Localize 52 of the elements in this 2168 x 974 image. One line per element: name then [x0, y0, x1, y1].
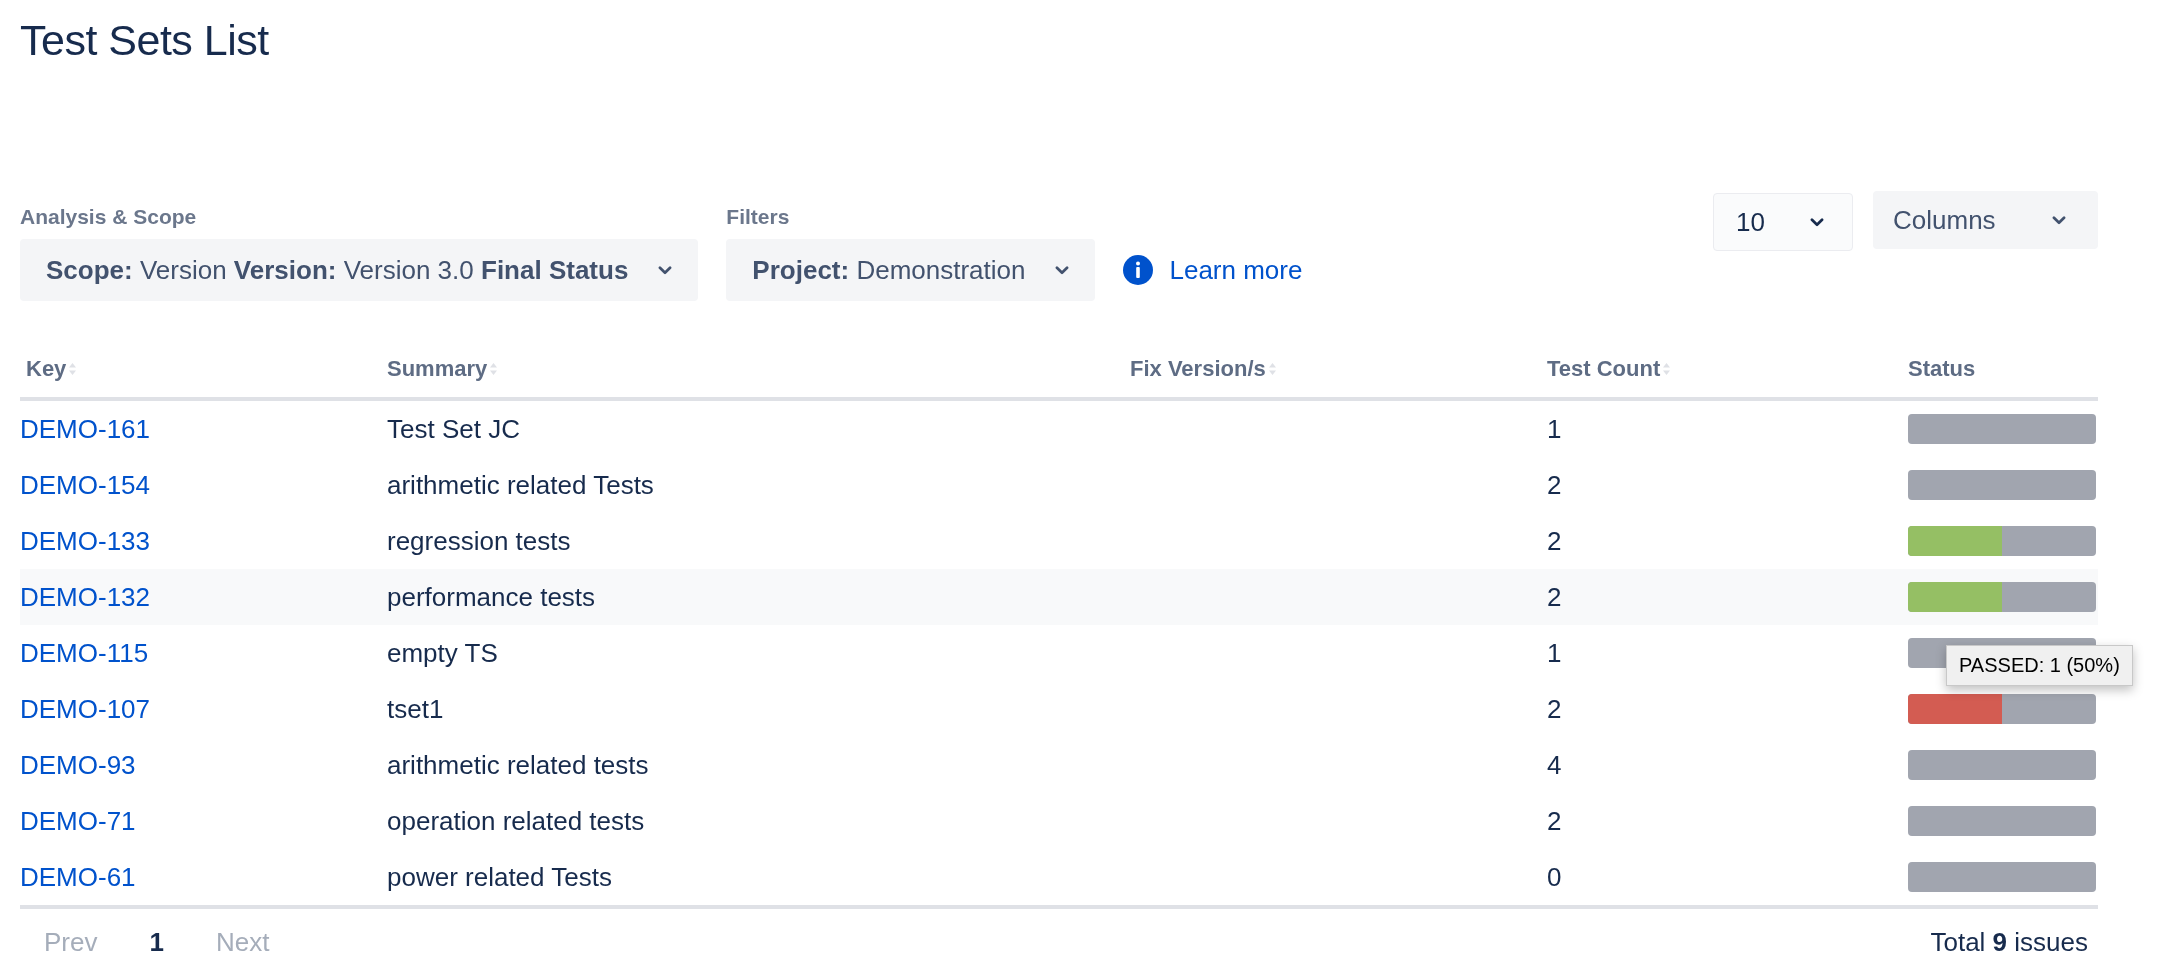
column-header[interactable]: Status	[1908, 356, 1976, 382]
sort-icon	[1267, 362, 1277, 376]
issue-key-link[interactable]: DEMO-107	[20, 693, 151, 724]
test-count-text: 2	[1547, 469, 1562, 500]
chevron-down-icon	[2052, 215, 2066, 225]
column-header[interactable]: Summary	[387, 356, 488, 382]
column-header[interactable]: Fix Version/s	[1130, 356, 1266, 382]
issue-key-link[interactable]: DEMO-133	[20, 525, 151, 556]
issue-key-link[interactable]: DEMO-93	[20, 749, 136, 780]
issue-key-link[interactable]: DEMO-61	[20, 861, 136, 892]
chevron-down-icon	[1055, 265, 1070, 275]
chevron-down-icon	[1810, 217, 1824, 227]
page-title: Test Sets List	[20, 15, 270, 65]
page-size-dropdown[interactable]: 10	[1713, 193, 1853, 251]
issue-key-link[interactable]: DEMO-132	[20, 581, 151, 612]
scope-dropdown[interactable]: Scope: Version Version: Version 3.0 Final Status	[20, 239, 699, 301]
summary-text: empty TS	[387, 637, 498, 668]
column-header[interactable]: Key	[26, 356, 67, 382]
summary-text: performance tests	[387, 581, 596, 612]
analysis-scope-label: Analysis & Scope	[20, 205, 198, 229]
summary-text: regression tests	[387, 525, 571, 556]
total-issues-text: Total 9 issues	[1930, 926, 2089, 958]
sort-icon	[68, 362, 78, 376]
columns-dropdown[interactable]: Columns	[1873, 191, 2098, 249]
column-header[interactable]: Test Count	[1547, 356, 1661, 382]
filters-label: Filters	[726, 205, 791, 229]
test-count-text: 2	[1547, 693, 1562, 724]
test-count-text: 0	[1547, 861, 1562, 892]
chevron-down-icon	[658, 265, 673, 275]
sort-icon	[489, 362, 499, 376]
test-count-text: 1	[1547, 637, 1562, 668]
issue-key-link[interactable]: DEMO-161	[20, 413, 151, 444]
issue-key-link[interactable]: DEMO-115	[20, 637, 149, 668]
status-tooltip: PASSED: 1 (50%)	[1946, 645, 2133, 686]
summary-text: tset1	[387, 693, 444, 724]
summary-text: power related Tests	[387, 861, 612, 892]
summary-text: Test Set JC	[387, 413, 520, 444]
issue-key-link[interactable]: DEMO-71	[20, 805, 136, 836]
test-count-text: 2	[1547, 805, 1562, 836]
page-number-button[interactable]: 1	[137, 926, 176, 958]
summary-text: arithmetic related Tests	[387, 469, 654, 500]
project-filter-dropdown[interactable]: Project: Demonstration	[726, 239, 1096, 301]
info-icon	[1123, 255, 1154, 285]
sort-icon	[1662, 362, 1672, 376]
summary-text: arithmetic related tests	[387, 749, 649, 780]
issue-key-link[interactable]: DEMO-154	[20, 469, 151, 500]
test-count-text: 4	[1547, 749, 1562, 780]
test-count-text: 2	[1547, 525, 1562, 556]
test-count-text: 2	[1547, 581, 1562, 612]
test-count-text: 1	[1547, 413, 1562, 444]
learn-more-link[interactable]: Learn more	[1169, 254, 1303, 286]
summary-text: operation related tests	[387, 805, 645, 836]
